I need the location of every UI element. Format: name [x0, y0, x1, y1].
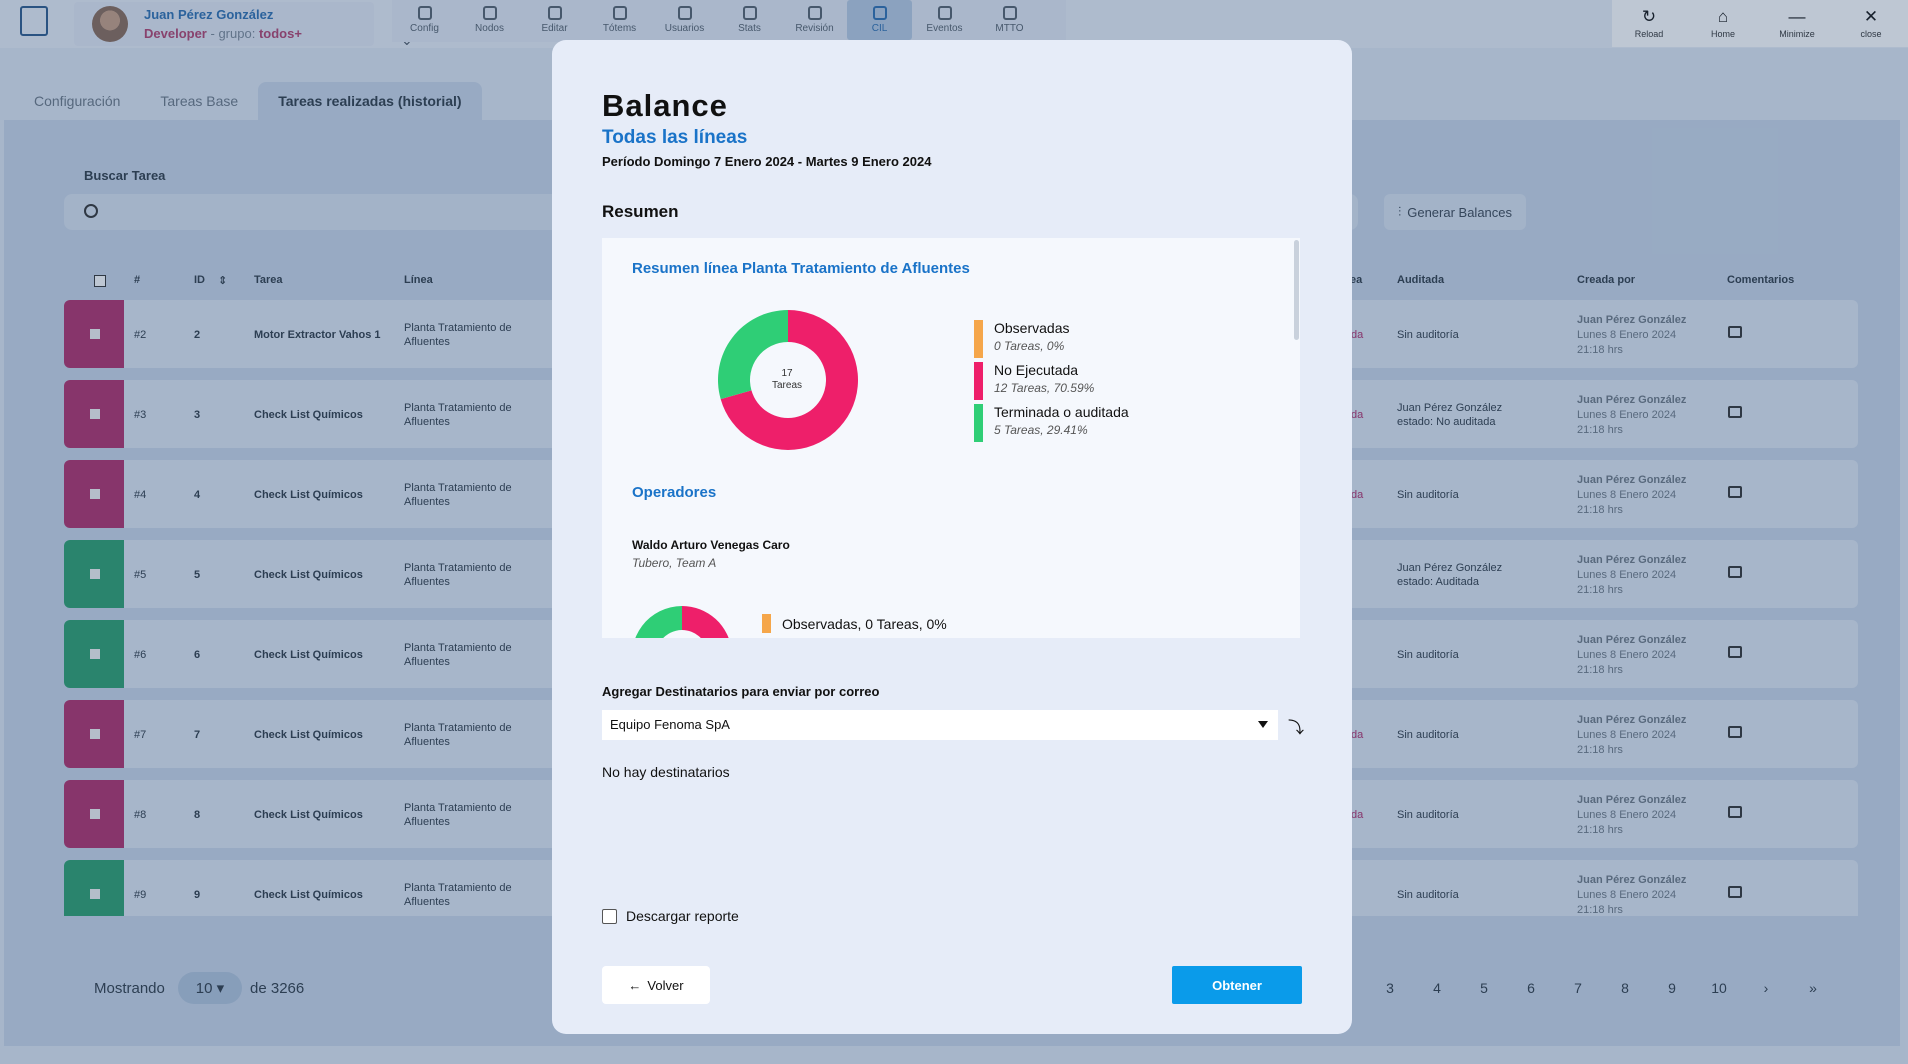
obtain-button[interactable]: Obtener	[1172, 966, 1302, 1004]
legend-swatch	[762, 614, 771, 633]
legend-detail: 5 Tareas, 29.41%	[994, 423, 1088, 437]
summary-scrollbar[interactable]	[1294, 240, 1299, 340]
arrow-left-icon: ←	[628, 977, 642, 993]
legend-detail: 0 Tareas, 0%	[994, 339, 1065, 353]
operator-donut-chart	[635, 606, 729, 638]
no-recipients-text: No hay destinatarios	[602, 764, 730, 780]
operator-role: Tubero, Team A	[632, 556, 717, 570]
operator-legend-text: Observadas, 0 Tareas, 0%	[782, 616, 947, 632]
download-report-label[interactable]: Descargar reporte	[626, 908, 739, 924]
legend-swatch	[974, 404, 983, 442]
summary-heading: Resumen	[602, 202, 679, 221]
operators-title: Operadores	[632, 484, 717, 501]
legend-swatch	[974, 320, 983, 358]
balance-modal: Balance Todas las líneas Período Domingo…	[552, 40, 1352, 1034]
download-report-checkbox[interactable]	[602, 909, 617, 924]
donut-unit: Tareas	[771, 380, 802, 391]
modal-title: Balance	[602, 88, 728, 123]
back-button[interactable]: ← Volver	[602, 966, 710, 1004]
legend-swatch	[974, 362, 983, 400]
operator-name: Waldo Arturo Venegas Caro	[632, 538, 790, 552]
legend-detail: 12 Tareas, 70.59%	[994, 381, 1095, 395]
donut-total: 17	[781, 368, 793, 379]
donut-center-label: 17 Tareas	[752, 368, 822, 392]
add-recipient-icon[interactable]: ⤵	[1288, 714, 1304, 738]
mail-label: Agregar Destinatarios para enviar por co…	[602, 684, 880, 699]
legend-label: Observadas	[994, 320, 1070, 336]
legend-label: No Ejecutada	[994, 362, 1079, 378]
summary-title: Resumen línea Planta Tratamiento de Aflu…	[632, 260, 970, 277]
modal-subtitle: Todas las líneas	[602, 127, 748, 148]
summary-panel[interactable]: Resumen línea Planta Tratamiento de Aflu…	[602, 238, 1300, 638]
donut-slice-2	[635, 606, 682, 638]
modal-period: Período Domingo 7 Enero 2024 - Martes 9 …	[602, 154, 932, 169]
legend-label: Terminada o auditada	[994, 404, 1129, 420]
recipients-select[interactable]: Equipo Fenoma SpA	[602, 710, 1278, 740]
caret-down-icon	[1258, 721, 1268, 728]
